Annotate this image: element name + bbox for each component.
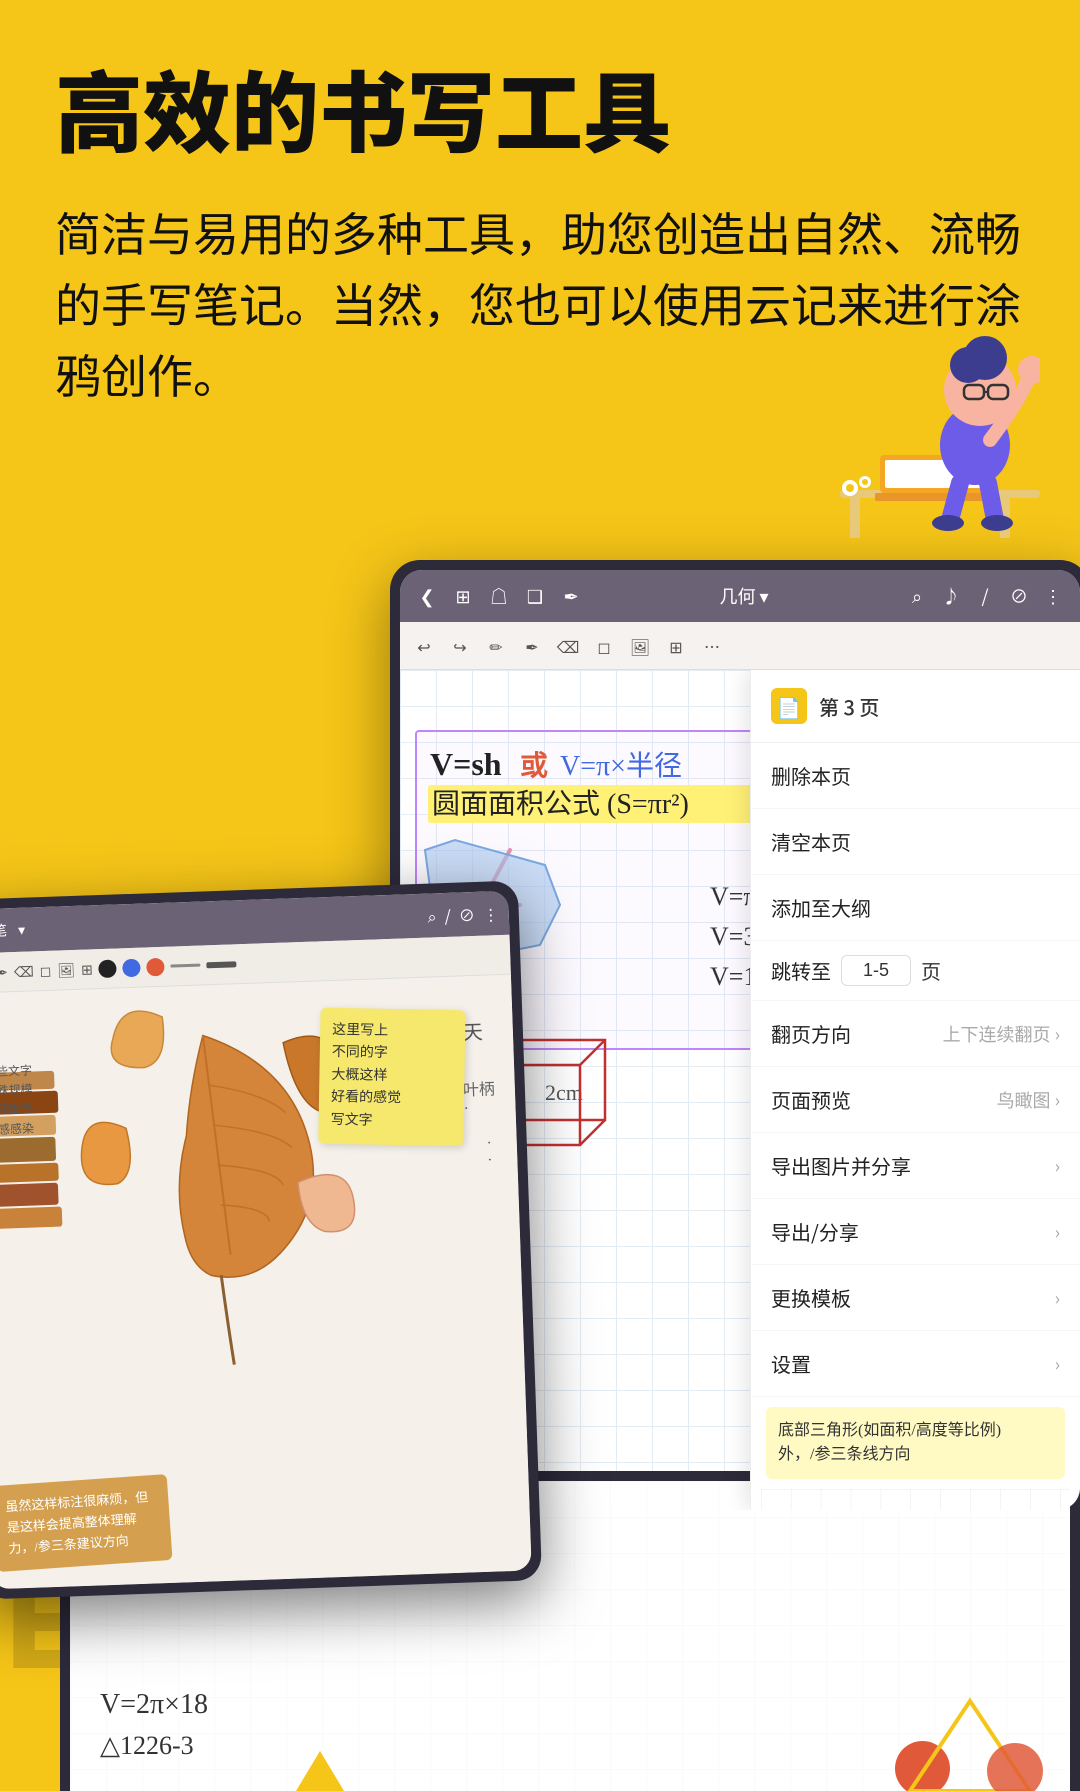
tablets-container: ❮ ⊞ ☖ ❑ ✒ 几何 ▾ ⌕ ♪ / ⊘ ⋮ ↩	[0, 560, 1080, 1791]
more2-icon[interactable]: ⋯	[698, 632, 726, 660]
sec-toolbar-label: 画笔	[0, 920, 7, 941]
more-icon[interactable]: ⋮	[1041, 584, 1065, 608]
pencil-icon[interactable]: ✏	[482, 632, 510, 660]
tent-drawing-area: 4cm 18cm	[761, 1489, 1070, 1510]
slash-icon[interactable]: /	[973, 584, 997, 608]
menu-header: 📄 第 3 页	[751, 670, 1080, 743]
table-icon[interactable]: ⊞	[662, 632, 690, 660]
menu-item-outline[interactable]: 添加至大纲	[751, 875, 1080, 941]
sec-img-icon[interactable]: 🖼	[57, 959, 75, 980]
sec-eraser-icon[interactable]: ⌫	[14, 961, 34, 982]
line-width-thin	[171, 964, 201, 968]
deco-triangle	[290, 1751, 350, 1791]
character-illustration	[820, 300, 1040, 550]
sec-content: 叶天 叶柄· ·· 这里写上不同的字大概这样好看的感觉写文字 一些文字特殊规模按…	[0, 975, 532, 1589]
menu-item-preview[interactable]: 页面预览 鸟瞰图 ›	[751, 1067, 1080, 1133]
svg-text:V=π×半径: V=π×半径	[560, 750, 682, 782]
menu-item-direction[interactable]: 翻页方向 上下连续翻页 ›	[751, 1001, 1080, 1067]
leaf-label-3: ··	[487, 1136, 493, 1170]
copy-icon[interactable]: ❑	[523, 584, 547, 608]
bottom-formula-1: V=2π×18	[100, 1689, 208, 1721]
tablet-toolbar: ❮ ⊞ ☖ ❑ ✒ 几何 ▾ ⌕ ♪ / ⊘ ⋮	[400, 570, 1080, 622]
sec-marker-icon[interactable]: ✒	[0, 962, 8, 982]
search-icon[interactable]: ⌕	[905, 584, 929, 608]
bottom-formula-2: △1226-3	[100, 1731, 194, 1761]
menu-item-export[interactable]: 导出/分享 ›	[751, 1199, 1080, 1265]
page-jump-input[interactable]	[841, 955, 911, 986]
color-blue[interactable]	[123, 958, 142, 977]
bookmark-icon[interactable]: ☖	[487, 584, 511, 608]
back-icon[interactable]: ❮	[415, 584, 439, 608]
sec-more-icon[interactable]: ⋮	[482, 901, 499, 926]
sec-toolbar-right: ⌕ / ⊘ ⋮	[427, 901, 499, 927]
svg-text:2cm: 2cm	[545, 1080, 583, 1105]
menu-panel: 📄 第 3 页 删除本页 清空本页 添加至大纲	[750, 670, 1080, 1510]
toolbar-title: 几何 ▾	[719, 583, 768, 609]
image-icon[interactable]: 🖼	[626, 632, 654, 660]
sec-select-icon[interactable]: ◻	[39, 960, 51, 980]
menu-item-template[interactable]: 更换模板 ›	[751, 1265, 1080, 1331]
sec-toolbar-arrow: ▾	[18, 920, 26, 940]
sec-search-icon[interactable]: ⌕	[427, 903, 437, 927]
arrow-icon-2: ›	[1055, 1087, 1060, 1113]
menu-item-export-img[interactable]: 导出图片并分享 ›	[751, 1133, 1080, 1199]
leaf-label-2: 叶柄·	[462, 1075, 495, 1118]
menu-item-delete[interactable]: 删除本页	[751, 743, 1080, 809]
menu-item-settings[interactable]: 设置 ›	[751, 1331, 1080, 1397]
sticky-note-1: 这里写上不同的字大概这样好看的感觉写文字	[318, 1008, 465, 1146]
redo-icon[interactable]: ↪	[446, 632, 474, 660]
no-icon[interactable]: ⊘	[1007, 584, 1031, 608]
arrow-icon-6: ›	[1055, 1351, 1060, 1377]
grid-icon[interactable]: ⊞	[451, 584, 475, 608]
color-red[interactable]	[146, 957, 165, 976]
tablet-secondary: 画笔 ▾ ⌕ / ⊘ ⋮ ✏ ✒ ⌫ ◻ 🖼 ⊞	[0, 880, 542, 1599]
select-icon[interactable]: ◻	[590, 632, 618, 660]
sec-slash-icon[interactable]: /	[444, 903, 451, 927]
menu-item-jump: 跳转至 页	[751, 941, 1080, 1001]
bottom-deco-svg	[890, 1691, 1050, 1791]
arrow-icon-5: ›	[1055, 1285, 1060, 1311]
color-black[interactable]	[99, 959, 118, 978]
marker-icon[interactable]: ✒	[518, 632, 546, 660]
line-width-mid	[207, 961, 237, 968]
left-notes: 一些文字特殊规模按照配色情感感染	[0, 1062, 34, 1140]
tablet-secondary-inner: 画笔 ▾ ⌕ / ⊘ ⋮ ✏ ✒ ⌫ ◻ 🖼 ⊞	[0, 891, 532, 1589]
arrow-icon-3: ›	[1055, 1153, 1060, 1179]
arrow-icon-4: ›	[1055, 1219, 1060, 1245]
undo-icon[interactable]: ↩	[410, 632, 438, 660]
mic-icon[interactable]: ♪	[939, 584, 963, 608]
sticky-note-menu: 底部三角形(如面积/高度等比例)外，/参三条线方向	[766, 1407, 1065, 1479]
menu-page-title: 第 3 页	[819, 692, 879, 721]
eraser-icon[interactable]: ⌫	[554, 632, 582, 660]
sticky-note-2: 虽然这样标注很麻烦，但是这样会提高整体理解力，/参三条建议方向	[0, 1474, 173, 1572]
sec-grid-icon[interactable]: ⊞	[81, 959, 93, 979]
main-title: 高效的书写工具	[55, 60, 1025, 157]
toolbar-right: ⌕ ♪ / ⊘ ⋮	[905, 584, 1065, 608]
svg-text:圆面面积公式 (S=πr²): 圆面面积公式 (S=πr²)	[432, 788, 689, 820]
drawing-toolbar: ↩ ↪ ✏ ✒ ⌫ ◻ 🖼 ⊞ ⋯	[400, 622, 1080, 670]
menu-item-clear[interactable]: 清空本页	[751, 809, 1080, 875]
page-container: 高效的书写工具 简洁与易用的多种工具，助您创造出自然、流畅的手写笔记。当然，您也…	[0, 0, 1080, 1791]
sec-no-icon[interactable]: ⊘	[458, 902, 475, 927]
arrow-icon: ›	[1055, 1021, 1060, 1047]
menu-page-icon: 📄	[771, 688, 807, 724]
pen-icon[interactable]: ✒	[559, 584, 583, 608]
svg-text:或: 或	[520, 750, 548, 782]
svg-text:V=sh: V=sh	[430, 746, 502, 782]
